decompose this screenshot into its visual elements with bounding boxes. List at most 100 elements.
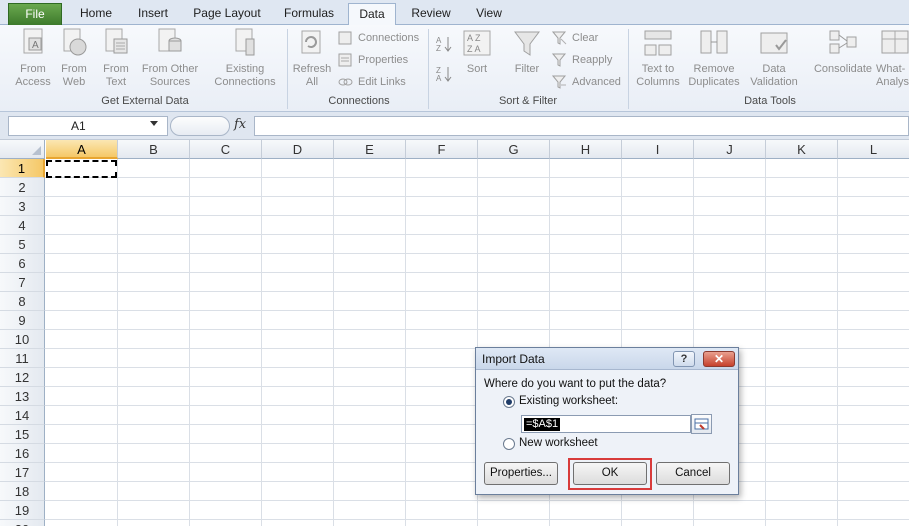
dialog-title-bar[interactable]: Import Data ? ✕ <box>476 348 738 370</box>
sort-button[interactable]: A ZZ A Sort <box>460 27 494 76</box>
active-cell-a1[interactable] <box>46 160 117 178</box>
existing-connections-icon <box>230 27 260 59</box>
properties-label: Properties <box>358 54 409 66</box>
row-header[interactable]: 8 <box>0 292 45 311</box>
column-header[interactable]: B <box>118 140 190 159</box>
close-button[interactable]: ✕ <box>703 351 735 367</box>
range-value: =$A$1 <box>524 418 561 431</box>
row-header[interactable]: 11 <box>0 349 45 368</box>
from-text-button[interactable]: From Text <box>98 27 134 89</box>
from-access-label: From Access <box>15 63 51 88</box>
column-header[interactable]: G <box>478 140 550 159</box>
row-header[interactable]: 9 <box>0 311 45 330</box>
tab-data[interactable]: Data <box>348 3 396 26</box>
data-validation-label: Data Validation <box>750 63 798 88</box>
range-input[interactable]: =$A$1 <box>521 415 691 433</box>
column-header[interactable]: J <box>694 140 766 159</box>
tab-insert[interactable]: Insert <box>128 3 178 25</box>
connections-button[interactable]: Connections <box>338 29 419 47</box>
group-separator <box>628 29 629 109</box>
globe-icon <box>59 27 89 59</box>
formula-splitter[interactable] <box>170 116 230 136</box>
access-database-icon: A <box>18 27 48 59</box>
what-if-analysis-button[interactable]: What- Analys <box>876 27 909 89</box>
group-label-connections: Connections <box>328 95 390 107</box>
data-validation-icon <box>759 27 789 59</box>
from-access-button[interactable]: A From Access <box>12 27 54 89</box>
tab-page-layout[interactable]: Page Layout <box>186 3 268 25</box>
group-label-get-external-data: Get External Data <box>101 95 189 107</box>
from-web-button[interactable]: From Web <box>56 27 92 89</box>
tab-home[interactable]: Home <box>70 3 122 25</box>
row-header[interactable]: 1 <box>0 159 45 178</box>
properties-dialog-button[interactable]: Properties... <box>484 462 558 485</box>
column-header[interactable]: D <box>262 140 334 159</box>
ribbon: A From Access From Web From Text From Ot… <box>0 25 909 112</box>
ok-button[interactable]: OK <box>573 462 647 485</box>
clear-filter-button[interactable]: Clear <box>551 29 598 47</box>
properties-button[interactable]: Properties <box>338 51 408 69</box>
reapply-icon <box>551 53 567 67</box>
filter-button[interactable]: Filter <box>508 27 546 76</box>
sort-z-to-a-button[interactable]: ZA <box>436 65 456 83</box>
tab-view[interactable]: View <box>466 3 512 25</box>
column-header[interactable]: K <box>766 140 838 159</box>
column-header[interactable]: H <box>550 140 622 159</box>
name-box-dropdown-icon[interactable] <box>150 121 158 126</box>
reapply-button[interactable]: Reapply <box>551 51 612 69</box>
help-button[interactable]: ? <box>673 351 695 367</box>
tab-formulas[interactable]: Formulas <box>276 3 342 25</box>
existing-connections-button[interactable]: Existing Connections <box>210 27 280 89</box>
from-other-sources-button[interactable]: From Other Sources <box>138 27 202 89</box>
row-header[interactable]: 13 <box>0 387 45 406</box>
insert-function-icon[interactable]: fx <box>234 117 246 132</box>
row-header[interactable]: 6 <box>0 254 45 273</box>
row-header[interactable]: 17 <box>0 463 45 482</box>
select-all-corner[interactable] <box>0 140 45 159</box>
row-header[interactable]: 14 <box>0 406 45 425</box>
row-header[interactable]: 4 <box>0 216 45 235</box>
edit-links-button[interactable]: Edit Links <box>338 73 406 91</box>
what-if-icon <box>880 27 909 59</box>
existing-worksheet-radio[interactable] <box>503 396 515 408</box>
sort-a-to-z-button[interactable]: AZ <box>436 35 456 53</box>
data-validation-button[interactable]: Data Validation <box>744 27 804 89</box>
name-box[interactable]: A1 <box>8 116 168 136</box>
row-header[interactable]: 16 <box>0 444 45 463</box>
cancel-button[interactable]: Cancel <box>656 462 730 485</box>
column-header[interactable]: E <box>334 140 406 159</box>
row-header[interactable]: 7 <box>0 273 45 292</box>
row-header[interactable]: 3 <box>0 197 45 216</box>
row-header[interactable]: 2 <box>0 178 45 197</box>
gridline <box>45 177 909 178</box>
column-header[interactable]: L <box>838 140 909 159</box>
consolidate-button[interactable]: Consolidate <box>808 27 878 76</box>
row-header[interactable]: 18 <box>0 482 45 501</box>
text-to-columns-button[interactable]: Text to Columns <box>634 27 682 89</box>
column-header[interactable]: I <box>622 140 694 159</box>
row-header[interactable]: 15 <box>0 425 45 444</box>
refresh-all-button[interactable]: Refresh All <box>290 27 334 89</box>
collapse-dialog-button[interactable] <box>691 414 712 434</box>
row-header[interactable]: 20 <box>0 520 45 526</box>
row-header[interactable]: 5 <box>0 235 45 254</box>
new-worksheet-radio[interactable] <box>503 438 515 450</box>
column-header[interactable]: A <box>46 140 118 159</box>
excel-window: File Home Insert Page Layout Formulas Da… <box>0 0 909 526</box>
advanced-filter-button[interactable]: Advanced <box>551 73 621 91</box>
tab-review[interactable]: Review <box>404 3 458 25</box>
connections-label: Connections <box>358 32 420 44</box>
row-header[interactable]: 10 <box>0 330 45 349</box>
sort-label: Sort <box>466 63 488 75</box>
row-header[interactable]: 19 <box>0 501 45 520</box>
row-header[interactable]: 12 <box>0 368 45 387</box>
formula-input[interactable] <box>254 116 909 136</box>
worksheet-grid[interactable]: A B C D E F G H I J K L 1 2 3 4 5 6 7 8 9 10 11 12 13 14 15 16 17 18 1… <box>0 140 909 526</box>
other-sources-icon <box>155 27 185 59</box>
consolidate-icon <box>828 27 858 59</box>
tab-file[interactable]: File <box>8 3 62 25</box>
range-select-icon <box>694 418 709 430</box>
remove-duplicates-button[interactable]: Remove Duplicates <box>684 27 744 89</box>
column-header[interactable]: F <box>406 140 478 159</box>
column-header[interactable]: C <box>190 140 262 159</box>
